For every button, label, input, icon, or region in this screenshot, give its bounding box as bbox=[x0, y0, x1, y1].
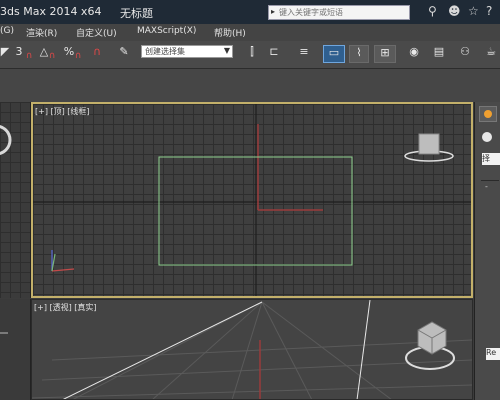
menu-bar: (G) 渲染(R) 自定义(U) MAXScript(X) 帮助(H) bbox=[0, 24, 500, 41]
viewcube-icon[interactable] bbox=[404, 133, 454, 162]
menu-item-group[interactable]: (G) bbox=[0, 26, 14, 36]
curve-editor-button[interactable]: ⌇ bbox=[349, 45, 369, 63]
title-bar: 3ds Max 2014 x64 无标题 ▸ ⚲ ☻ ☆ ? bbox=[0, 0, 500, 24]
star-icon[interactable]: ☆ bbox=[468, 4, 479, 18]
material-editor-icon[interactable]: ◉ bbox=[405, 45, 423, 63]
schematic-view-button[interactable]: ⊞ bbox=[374, 45, 396, 63]
menu-item-help[interactable]: 帮助(H) bbox=[214, 26, 246, 39]
menu-item-rendering[interactable]: 渲染(R) bbox=[26, 26, 57, 39]
search-box[interactable]: ▸ bbox=[268, 5, 410, 20]
graphite-ribbon-button[interactable]: ▭ bbox=[323, 45, 345, 63]
lower-left-viewport[interactable] bbox=[0, 299, 31, 400]
viewport-label-perspective[interactable]: [+] [透视] [真实] bbox=[34, 302, 97, 313]
search-input[interactable] bbox=[279, 6, 407, 19]
left-viewport[interactable] bbox=[0, 102, 31, 298]
menu-item-maxscript[interactable]: MAXScript(X) bbox=[137, 26, 196, 36]
percent-magnet-icon: ∩ bbox=[74, 51, 82, 61]
align-icon[interactable]: ⊏ bbox=[266, 45, 282, 63]
render-frame-icon[interactable]: ⚇ bbox=[456, 45, 474, 63]
lower-left-viewport-lines bbox=[0, 332, 8, 334]
spinner-snap-icon[interactable]: ∩ bbox=[90, 45, 104, 63]
name-color-field[interactable]: Re bbox=[486, 348, 500, 360]
app-title: 3ds Max 2014 x64 bbox=[0, 5, 102, 18]
render-setup-icon[interactable]: ▤ bbox=[430, 45, 448, 63]
main-toolbar: ◤ 3 ∩ △ ∩ % ∩ ∩ ✎ ⫿ ⊏ ≡ ▭ ⌇ ⊞ ◉ ▤ ⚇ ☕ bbox=[0, 41, 500, 69]
menu-item-customize[interactable]: 自定义(U) bbox=[76, 26, 117, 39]
rollout-toggle-icon[interactable]: - bbox=[485, 182, 488, 191]
search-expand-icon[interactable]: ▸ bbox=[271, 7, 275, 16]
select-move-icon[interactable]: ◤ bbox=[0, 45, 10, 63]
binoculars-icon[interactable]: ⚲ bbox=[428, 4, 437, 18]
chevron-down-icon: ▼ bbox=[223, 46, 230, 55]
render-teapot-icon[interactable]: ☕ bbox=[482, 45, 500, 63]
help-icon[interactable]: ? bbox=[486, 4, 492, 18]
users-icon[interactable]: ☻ bbox=[448, 4, 461, 18]
viewport-label-top[interactable]: [+] [顶] [线框] bbox=[35, 106, 90, 117]
axis-tripod-icon bbox=[51, 250, 75, 272]
create-tab[interactable] bbox=[479, 106, 497, 122]
top-viewport[interactable]: [+] [顶] [线框] bbox=[31, 102, 473, 298]
top-viewport-canvas bbox=[33, 104, 471, 296]
perspective-viewport[interactable]: [+] [透视] [真实] bbox=[31, 299, 473, 400]
geometry-sphere-icon[interactable] bbox=[479, 128, 500, 148]
layer-manager-icon[interactable]: ≡ bbox=[296, 45, 312, 63]
snap-magnet-icon: ∩ bbox=[25, 51, 33, 61]
panel-divider bbox=[481, 180, 499, 181]
create-sun-icon bbox=[484, 110, 492, 118]
ribbon-area bbox=[0, 69, 500, 102]
document-title: 无标题 bbox=[120, 7, 153, 20]
named-selection-set-dropdown[interactable]: 创建选择集 ▼ bbox=[141, 45, 233, 58]
mirror-icon[interactable]: ⫿ bbox=[244, 45, 260, 63]
selection-set-value: 创建选择集 bbox=[145, 47, 185, 56]
edit-named-selection-icon[interactable]: ✎ bbox=[117, 45, 131, 63]
object-type-field[interactable]: 择 bbox=[482, 153, 500, 165]
viewcube-ring-icon bbox=[0, 125, 12, 155]
angle-magnet-icon: ∩ bbox=[48, 51, 56, 61]
pivot-gizmo bbox=[257, 124, 323, 211]
perspective-viewport-canvas bbox=[32, 300, 472, 399]
